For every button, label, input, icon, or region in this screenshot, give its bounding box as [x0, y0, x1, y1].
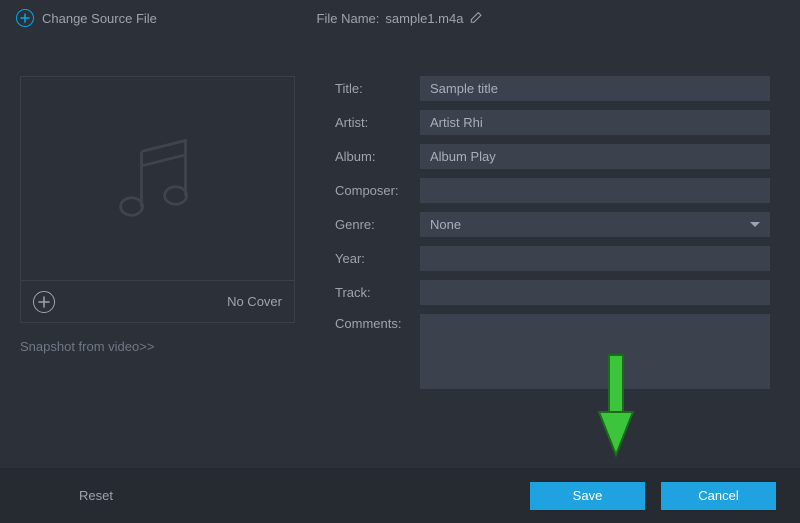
- year-input[interactable]: [420, 246, 770, 271]
- comments-row: Comments:: [335, 314, 770, 389]
- album-input[interactable]: [420, 144, 770, 169]
- footer-right-buttons: Save Cancel: [530, 482, 776, 510]
- snapshot-from-video-link[interactable]: Snapshot from video>>: [20, 339, 295, 354]
- composer-label: Composer:: [335, 183, 420, 198]
- comments-textarea[interactable]: [420, 314, 770, 389]
- cover-preview: [20, 76, 295, 281]
- edit-filename-button[interactable]: [469, 10, 483, 27]
- title-input[interactable]: [420, 76, 770, 101]
- year-label: Year:: [335, 251, 420, 266]
- plus-icon: [38, 296, 50, 308]
- main-content: No Cover Snapshot from video>> Title: Ar…: [0, 36, 800, 398]
- artist-row: Artist:: [335, 110, 770, 135]
- composer-input[interactable]: [420, 178, 770, 203]
- track-label: Track:: [335, 285, 420, 300]
- plus-circle-icon: [16, 9, 34, 27]
- artist-input[interactable]: [420, 110, 770, 135]
- filename-label: File Name:: [317, 11, 380, 26]
- pencil-icon: [469, 10, 483, 24]
- title-row: Title:: [335, 76, 770, 101]
- genre-value: None: [430, 217, 461, 232]
- track-row: Track:: [335, 280, 770, 305]
- album-label: Album:: [335, 149, 420, 164]
- filename-value: sample1.m4a: [385, 11, 463, 26]
- header-bar: Change Source File File Name: sample1.m4…: [0, 0, 800, 36]
- album-row: Album:: [335, 144, 770, 169]
- cancel-button[interactable]: Cancel: [661, 482, 776, 510]
- add-cover-button[interactable]: [33, 291, 55, 313]
- save-button[interactable]: Save: [530, 482, 645, 510]
- genre-row: Genre: None: [335, 212, 770, 237]
- title-label: Title:: [335, 81, 420, 96]
- cover-panel: No Cover Snapshot from video>>: [20, 76, 295, 398]
- artist-label: Artist:: [335, 115, 420, 130]
- track-input[interactable]: [420, 280, 770, 305]
- no-cover-label: No Cover: [227, 294, 282, 309]
- metadata-form: Title: Artist: Album: Composer: Genre: N…: [335, 76, 780, 398]
- cover-footer: No Cover: [20, 281, 295, 323]
- composer-row: Composer:: [335, 178, 770, 203]
- change-source-label: Change Source File: [42, 11, 157, 26]
- year-row: Year:: [335, 246, 770, 271]
- change-source-file-button[interactable]: Change Source File: [16, 9, 157, 27]
- filename-display: File Name: sample1.m4a: [317, 10, 484, 27]
- chevron-down-icon: [750, 222, 760, 227]
- footer-bar: Reset Save Cancel: [0, 468, 800, 523]
- reset-button[interactable]: Reset: [55, 482, 137, 510]
- music-note-icon: [103, 124, 213, 234]
- genre-select[interactable]: None: [420, 212, 770, 237]
- genre-label: Genre:: [335, 217, 420, 232]
- comments-label: Comments:: [335, 314, 420, 331]
